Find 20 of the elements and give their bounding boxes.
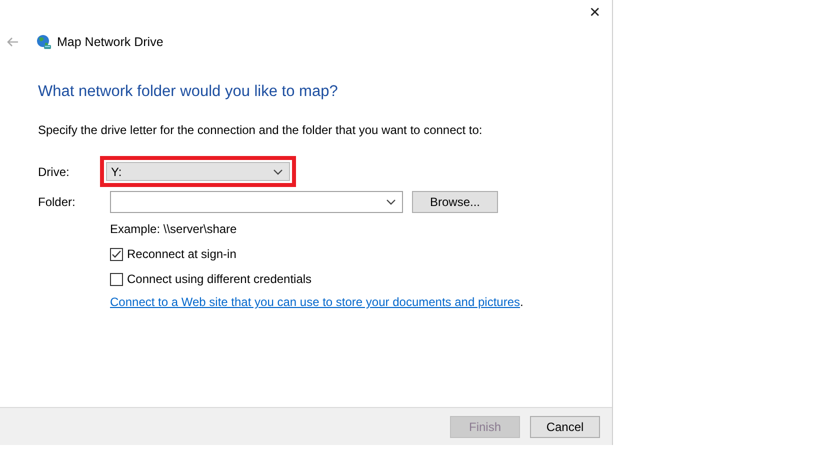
example-text: Example: \\server\share	[110, 222, 238, 236]
checkbox-label[interactable]: Reconnect at sign-in	[127, 247, 236, 261]
browse-button[interactable]: Browse...	[412, 191, 498, 213]
close-button[interactable]: ✕	[580, 0, 610, 24]
instruction-text: Specify the drive letter for the connection and the folder that you want to connect to:	[38, 123, 484, 137]
checkbox[interactable]	[110, 248, 123, 260]
drive-dropdown[interactable]: Y:	[106, 162, 290, 181]
checkbox[interactable]	[110, 272, 123, 286]
network-drive-icon	[36, 34, 52, 50]
window-title: Map Network Drive	[57, 35, 164, 49]
field-label: Drive:	[38, 164, 70, 178]
field-label: Folder:	[38, 195, 76, 209]
period-text: .	[520, 295, 524, 309]
folder-combo-field[interactable]	[110, 191, 403, 213]
web-site-link[interactable]: Connect to a Web site that you can use to store your documents and pictures	[110, 295, 520, 309]
cancel-button[interactable]: Cancel	[530, 416, 600, 438]
checkbox-label[interactable]: Connect using different credentials	[127, 272, 312, 286]
page-heading: What network folder would you like to map?	[38, 83, 339, 101]
chevron-down-icon	[386, 199, 396, 205]
chevron-down-icon	[273, 168, 283, 174]
